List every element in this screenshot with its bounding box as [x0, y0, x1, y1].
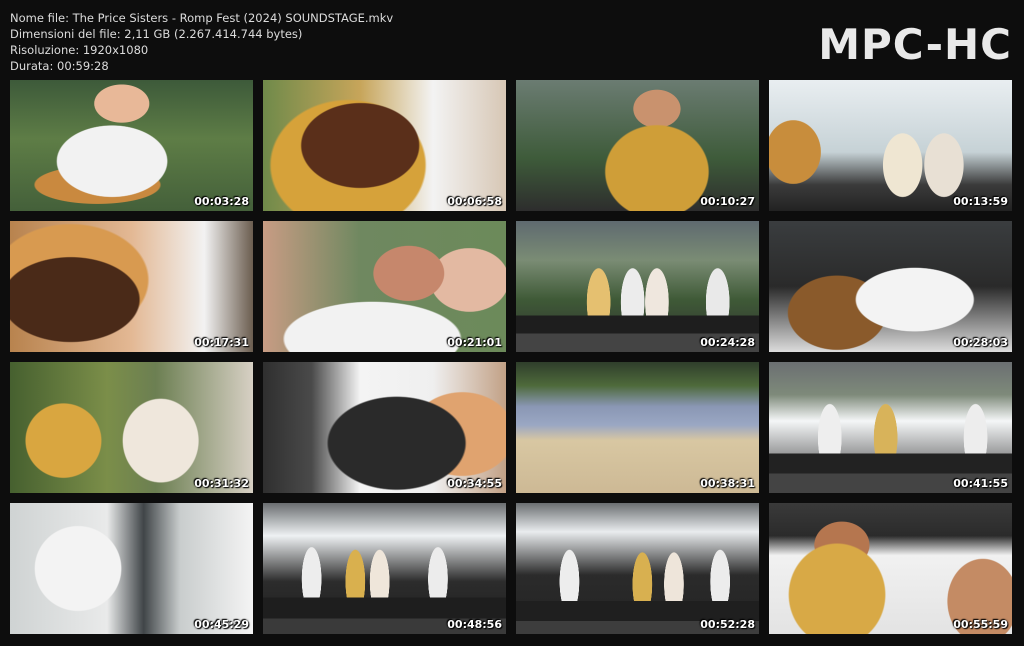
- video-frame-image: [10, 503, 253, 634]
- video-frame-image: [263, 503, 506, 634]
- timestamp-label: 00:17:31: [194, 336, 249, 349]
- timestamp-label: 00:45:29: [194, 618, 249, 631]
- resolution-text: Risoluzione: 1920x1080: [10, 43, 149, 57]
- timestamp-label: 00:34:55: [447, 477, 502, 490]
- video-frame-image: [263, 221, 506, 352]
- timestamp-label: 00:55:59: [953, 618, 1008, 631]
- thumbnail-frame: 00:17:31: [10, 221, 253, 352]
- video-frame-image: [769, 362, 1012, 493]
- timestamp-label: 00:03:28: [194, 195, 249, 208]
- thumbnail-frame: 00:13:59: [769, 80, 1012, 211]
- timestamp-label: 00:13:59: [953, 195, 1008, 208]
- timestamp-label: 00:28:03: [953, 336, 1008, 349]
- timestamp-label: 00:10:27: [700, 195, 755, 208]
- video-frame-image: [516, 362, 759, 493]
- duration-text: Durata: 00:59:28: [10, 59, 109, 73]
- video-frame-image: [10, 80, 253, 211]
- thumbnail-frame: 00:34:55: [263, 362, 506, 493]
- timestamp-label: 00:41:55: [953, 477, 1008, 490]
- file-size-text: Dimensioni del file: 2,11 GB (2.267.414.…: [10, 27, 303, 41]
- video-frame-image: [10, 362, 253, 493]
- thumbnail-grid: 00:03:28 00:06:58 00:10:27 00:13:59 00:1…: [10, 80, 1013, 634]
- thumbnail-frame: 00:45:29: [10, 503, 253, 634]
- timestamp-label: 00:31:32: [194, 477, 249, 490]
- thumbnail-frame: 00:03:28: [10, 80, 253, 211]
- timestamp-label: 00:24:28: [700, 336, 755, 349]
- thumbnail-frame: 00:06:58: [263, 80, 506, 211]
- thumbnail-frame: 00:28:03: [769, 221, 1012, 352]
- timestamp-label: 00:52:28: [700, 618, 755, 631]
- thumbnail-frame: 00:21:01: [263, 221, 506, 352]
- thumbnail-frame: 00:10:27: [516, 80, 759, 211]
- file-info-panel: Nome file: The Price Sisters - Romp Fest…: [10, 10, 393, 74]
- video-frame-image: [769, 80, 1012, 211]
- video-frame-image: [263, 362, 506, 493]
- thumbnail-frame: 00:48:56: [263, 503, 506, 634]
- timestamp-label: 00:21:01: [447, 336, 502, 349]
- video-frame-image: [263, 80, 506, 211]
- video-frame-image: [516, 503, 759, 634]
- video-frame-image: [10, 221, 253, 352]
- thumbnail-frame: 00:41:55: [769, 362, 1012, 493]
- video-frame-image: [769, 221, 1012, 352]
- thumbnail-frame: 00:55:59: [769, 503, 1012, 634]
- video-frame-image: [769, 503, 1012, 634]
- timestamp-label: 00:38:31: [700, 477, 755, 490]
- file-name-text: Nome file: The Price Sisters - Romp Fest…: [10, 11, 394, 25]
- timestamp-label: 00:48:56: [447, 618, 502, 631]
- timestamp-label: 00:06:58: [447, 195, 502, 208]
- thumbnail-frame: 00:31:32: [10, 362, 253, 493]
- thumbnail-frame: 00:38:31: [516, 362, 759, 493]
- thumbnail-frame: 00:52:28: [516, 503, 759, 634]
- app-logo: MPC-HC: [818, 20, 1012, 69]
- video-frame-image: [516, 80, 759, 211]
- video-frame-image: [516, 221, 759, 352]
- thumbnail-frame: 00:24:28: [516, 221, 759, 352]
